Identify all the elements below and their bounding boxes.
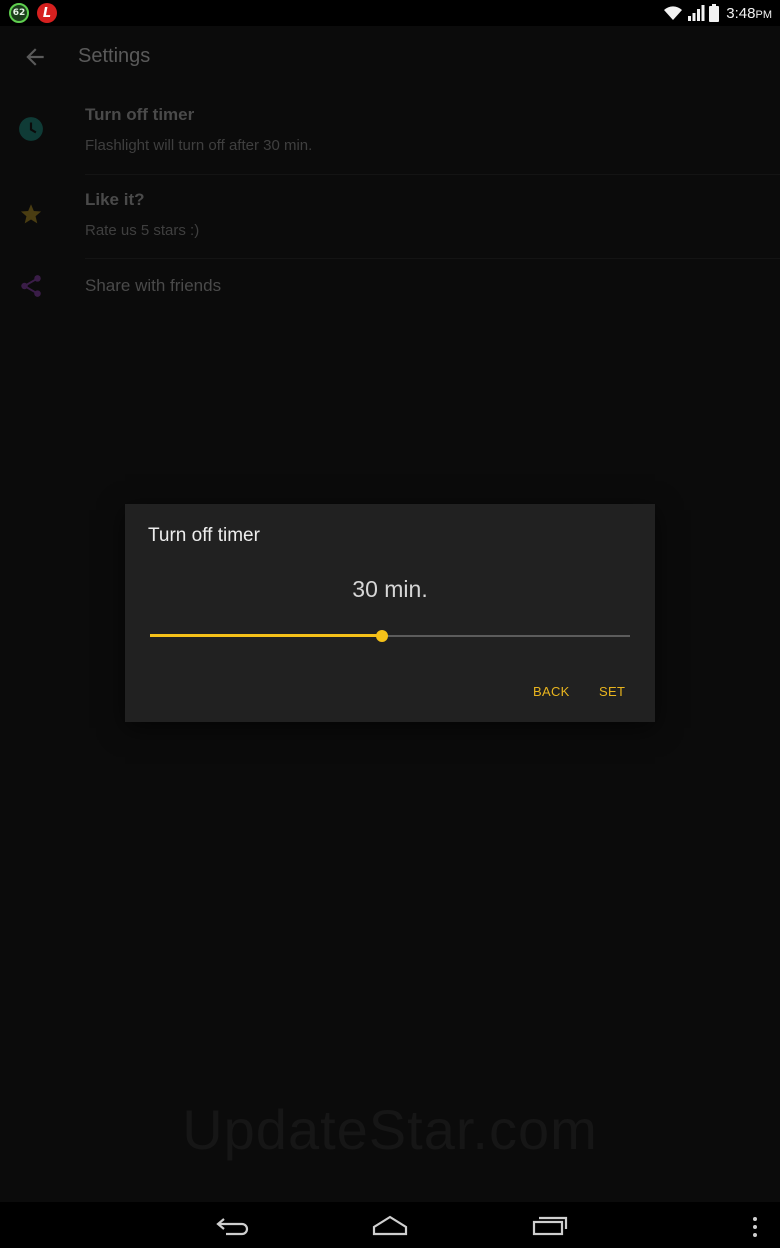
setting-title: Share with friends <box>85 276 222 295</box>
back-nav-icon[interactable] <box>212 1212 252 1238</box>
dialog-title: Turn off timer <box>148 525 260 546</box>
divider <box>85 174 780 175</box>
status-bar: 62 L 3:48PM <box>0 0 780 26</box>
navigation-bar <box>0 1202 780 1248</box>
back-button[interactable]: BACK <box>533 684 570 699</box>
setting-title: Like it? <box>85 190 145 209</box>
star-icon <box>20 204 42 224</box>
set-button[interactable]: SET <box>599 684 625 699</box>
battery-icon <box>709 4 720 22</box>
timer-dialog: Turn off timer 30 min. BACK SET <box>125 504 655 722</box>
recents-nav-icon[interactable] <box>530 1212 570 1238</box>
watermark: UpdateStar.com <box>182 1098 598 1161</box>
setting-turn-off-timer[interactable]: Turn off timer Flashlight will turn off … <box>0 94 780 175</box>
home-nav-icon[interactable] <box>370 1212 410 1238</box>
back-arrow-icon[interactable] <box>22 44 48 70</box>
setting-share[interactable]: Share with friends <box>0 262 780 310</box>
status-icons: 3:48PM <box>663 3 772 23</box>
app-notification-letter: L <box>42 5 52 21</box>
setting-subtitle: Flashlight will turn off after 30 min. <box>85 137 313 154</box>
notification-count: 62 <box>12 8 26 18</box>
setting-like-it[interactable]: Like it? Rate us 5 stars :) <box>0 178 780 259</box>
overflow-menu-icon[interactable] <box>750 1216 760 1238</box>
timer-value: 30 min. <box>352 576 428 602</box>
toolbar: Settings <box>0 26 780 86</box>
wifi-icon <box>664 6 683 20</box>
slider-fill <box>150 634 382 637</box>
clock-icon <box>19 117 43 141</box>
slider-thumb[interactable] <box>376 630 388 642</box>
app-notification-icon: L <box>37 3 57 23</box>
share-icon <box>21 275 41 297</box>
page-title: Settings <box>78 45 151 67</box>
signal-icon <box>688 5 705 21</box>
timer-slider[interactable] <box>150 624 630 648</box>
setting-subtitle: Rate us 5 stars :) <box>85 222 200 239</box>
status-time: 3:48PM <box>726 4 772 22</box>
divider <box>85 258 780 259</box>
notification-count-icon: 62 <box>9 3 29 23</box>
setting-title: Turn off timer <box>85 105 195 124</box>
